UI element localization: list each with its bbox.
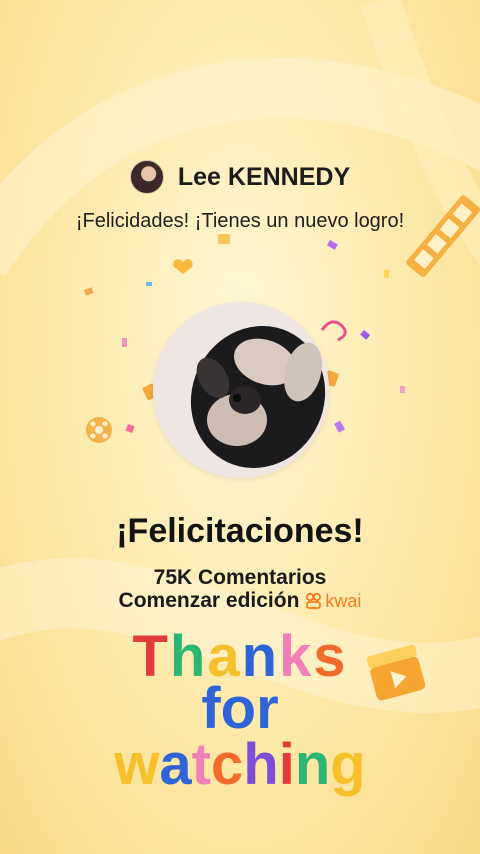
film-reel-icon: [86, 417, 112, 443]
avatar[interactable]: [129, 160, 164, 194]
confetti: [400, 386, 405, 393]
thanks-line-3: watching: [113, 732, 365, 797]
start-editing-label[interactable]: Comenzar edición: [119, 589, 300, 613]
achievement-image: [153, 302, 329, 478]
confetti-ribbon: [320, 320, 347, 342]
confetti: [125, 424, 135, 433]
film-strip-icon: [406, 195, 480, 278]
heart-icon: [173, 259, 193, 274]
clapperboard-icon: [366, 644, 426, 701]
profile-header: Lee KENNEDY: [0, 160, 480, 194]
achievement-stat: 75K Comentarios: [153, 566, 327, 589]
kwai-brand-text: kwai: [325, 590, 362, 611]
thanks-line-2: for: [201, 676, 278, 741]
confetti: [327, 239, 338, 250]
username[interactable]: Lee KENNEDY: [178, 163, 350, 192]
kwai-icon: [306, 592, 322, 609]
animal-photo: [153, 302, 329, 478]
confetti: [334, 420, 346, 433]
confetti: [122, 338, 127, 347]
start-editing-row[interactable]: Comenzar edición kwai: [0, 589, 480, 613]
thanks-line-1: Thanks: [132, 624, 347, 689]
confetti: [146, 282, 152, 286]
congrats-title: ¡Felicitaciones!: [116, 512, 364, 550]
confetti: [384, 270, 389, 278]
confetti: [360, 330, 371, 340]
confetti: [83, 287, 94, 296]
thanks-for-watching-art: Thanks for watching: [113, 624, 365, 797]
achievement-subtitle: ¡Felicidades! ¡Tienes un nuevo logro!: [75, 210, 405, 232]
gift-icon: [218, 234, 230, 244]
kwai-logo: kwai: [305, 591, 361, 612]
